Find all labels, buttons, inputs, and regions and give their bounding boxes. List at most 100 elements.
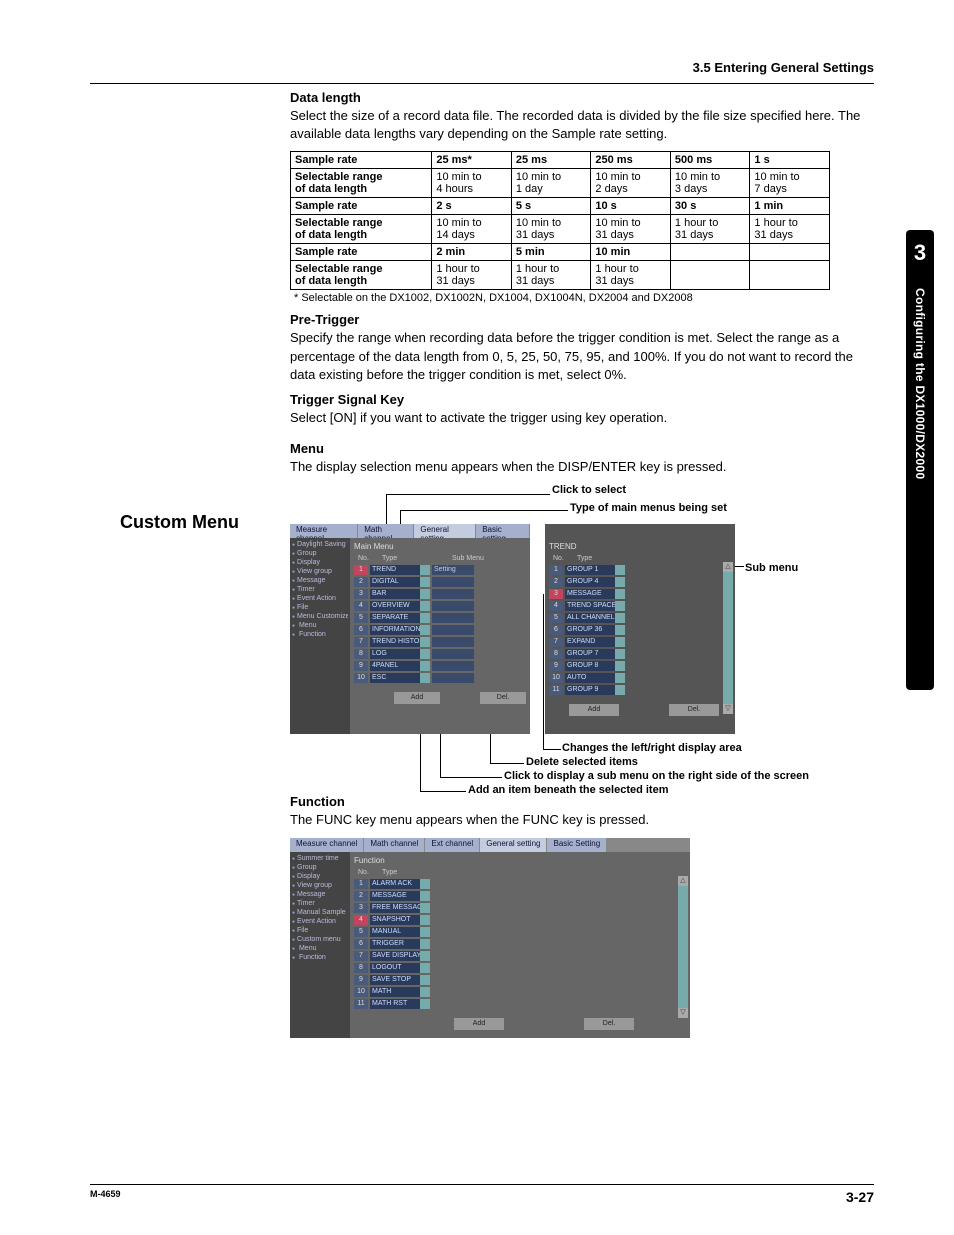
list-item[interactable]: 3BAR xyxy=(354,588,526,600)
del-button[interactable]: Del. xyxy=(669,704,719,716)
text-data-length: Select the size of a record data file. T… xyxy=(290,107,874,143)
list-item[interactable]: 8LOG xyxy=(354,648,526,660)
panel-title: TREND xyxy=(549,540,731,553)
list-item[interactable]: 1TRENDSetting xyxy=(354,564,526,576)
list-item[interactable]: 8GROUP 7 xyxy=(549,648,731,660)
sidebar-item[interactable]: View group xyxy=(292,881,348,890)
list-item[interactable]: 94PANEL xyxy=(354,660,526,672)
add-button[interactable]: Add xyxy=(394,692,440,704)
sidebar-item[interactable]: File xyxy=(292,603,348,612)
list-item[interactable]: 8LOGOUT xyxy=(354,962,686,974)
menu-screenshot-right: TREND No. Type 1GROUP 12GROUP 43MESSAGE4… xyxy=(545,524,735,734)
list-item[interactable]: 2MESSAGE xyxy=(354,890,686,902)
list-item[interactable]: 6INFORMATION xyxy=(354,624,526,636)
tab-general[interactable]: General setting xyxy=(480,838,546,852)
list-item[interactable]: 11MATH RST xyxy=(354,998,686,1010)
list-item[interactable]: 6TRIGGER xyxy=(354,938,686,950)
chapter-number: 3 xyxy=(906,230,934,266)
header-rule xyxy=(90,83,874,84)
list-item[interactable]: 5SEPARATE xyxy=(354,612,526,624)
text-menu: The display selection menu appears when … xyxy=(290,458,874,476)
list-item[interactable]: 5ALL CHANNEL xyxy=(549,612,731,624)
page-header: 3.5 Entering General Settings xyxy=(90,60,874,75)
sidebar-item[interactable]: Group xyxy=(292,549,348,558)
scroll-down-icon[interactable]: ▽ xyxy=(723,704,733,714)
add-button[interactable]: Add xyxy=(569,704,619,716)
function-screenshot: Measure channel Math channel Ext channel… xyxy=(290,838,690,1038)
list-item[interactable]: 7SAVE DISPLAY xyxy=(354,950,686,962)
add-button[interactable]: Add xyxy=(454,1018,504,1030)
scroll-down-icon[interactable]: ▽ xyxy=(678,1008,688,1018)
list-item[interactable]: 10AUTO xyxy=(549,672,731,684)
list-item[interactable]: 4TREND SPACE xyxy=(549,600,731,612)
list-item[interactable]: 11GROUP 9 xyxy=(549,684,731,696)
list-item[interactable]: 5MANUAL xyxy=(354,926,686,938)
list-item[interactable]: 2GROUP 4 xyxy=(549,576,731,588)
list-item[interactable]: 3MESSAGE xyxy=(549,588,731,600)
list-item[interactable]: 4OVERVIEW xyxy=(354,600,526,612)
del-button[interactable]: Del. xyxy=(480,692,526,704)
sidebar-item[interactable]: Function xyxy=(292,953,348,962)
list-item[interactable]: 1ALARM ACK xyxy=(354,878,686,890)
list-item[interactable]: 7TREND HISTORY xyxy=(354,636,526,648)
sidebar-item[interactable]: Timer xyxy=(292,585,348,594)
sidebar-item[interactable]: Message xyxy=(292,576,348,585)
sidebar-item[interactable]: Summer time xyxy=(292,854,348,863)
callout-delete: Delete selected items xyxy=(526,756,638,768)
chapter-tab: 3 Configuring the DX1000/DX2000 xyxy=(906,230,934,690)
tab-ext[interactable]: Ext channel xyxy=(425,838,479,852)
tab-measure[interactable]: Measure channel xyxy=(290,838,363,852)
sidebar-item[interactable]: Event Action xyxy=(292,917,348,926)
list-item[interactable]: 9GROUP 8 xyxy=(549,660,731,672)
sidebar-item[interactable]: View group xyxy=(292,567,348,576)
heading-function: Function xyxy=(290,794,874,809)
del-button[interactable]: Del. xyxy=(584,1018,634,1030)
list-item[interactable]: 10MATH xyxy=(354,986,686,998)
sidebar-item[interactable]: Menu xyxy=(292,621,348,630)
tab-general[interactable]: General setting xyxy=(414,524,475,538)
footer-page-num: 3-27 xyxy=(846,1189,874,1205)
text-function: The FUNC key menu appears when the FUNC … xyxy=(290,811,874,829)
heading-menu: Menu xyxy=(290,441,874,456)
heading-pre-trigger: Pre-Trigger xyxy=(290,312,874,327)
sidebar-item[interactable]: Event Action xyxy=(292,594,348,603)
list-item[interactable]: 2DIGITAL xyxy=(354,576,526,588)
list-item[interactable]: 4SNAPSHOT xyxy=(354,914,686,926)
list-item[interactable]: 3FREE MESSAGE xyxy=(354,902,686,914)
sidebar-item[interactable]: Display xyxy=(292,558,348,567)
list-item[interactable]: 7EXPAND xyxy=(549,636,731,648)
callout-click-sub: Click to display a sub menu on the right… xyxy=(504,770,809,782)
heading-trigger-key: Trigger Signal Key xyxy=(290,392,874,407)
sidebar-item[interactable]: Group xyxy=(292,863,348,872)
scroll-up-icon[interactable]: △ xyxy=(678,876,688,886)
panel-title: Main Menu xyxy=(354,540,526,553)
scroll-up-icon[interactable]: △ xyxy=(723,562,733,572)
sidebar-item[interactable]: Menu Customize xyxy=(292,612,348,621)
sidebar-item[interactable]: Display xyxy=(292,872,348,881)
text-pre-trigger: Specify the range when recording data be… xyxy=(290,329,874,384)
footer-doc-id: M-4659 xyxy=(90,1189,121,1205)
sidebar-item[interactable]: Daylight Saving Time xyxy=(292,540,348,549)
list-item[interactable]: 6GROUP 36 xyxy=(549,624,731,636)
tab-basic[interactable]: Basic setting xyxy=(476,524,529,538)
sidebar-item[interactable]: Function xyxy=(292,630,348,639)
callout-type-main: Type of main menus being set xyxy=(570,502,727,514)
sidebar-item[interactable]: File xyxy=(292,926,348,935)
sidebar-item[interactable]: Timer xyxy=(292,899,348,908)
list-item[interactable]: 1GROUP 1 xyxy=(549,564,731,576)
sidebar-item[interactable]: Custom menu xyxy=(292,935,348,944)
text-trigger-key: Select [ON] if you want to activate the … xyxy=(290,409,874,427)
heading-custom-menu: Custom Menu xyxy=(120,512,239,533)
tab-math[interactable]: Math channel xyxy=(364,838,424,852)
list-item[interactable]: 9SAVE STOP xyxy=(354,974,686,986)
list-item[interactable]: 10ESC xyxy=(354,672,526,684)
tab-basic[interactable]: Basic Setting xyxy=(547,838,606,852)
tab-math[interactable]: Math channel xyxy=(358,524,413,538)
menu-screenshot-left: Measure channel Math channel General set… xyxy=(290,524,530,734)
data-length-table: Sample rate25 ms*25 ms250 ms500 ms1 sSel… xyxy=(290,151,830,290)
sidebar-item[interactable]: Manual Sample xyxy=(292,908,348,917)
heading-data-length: Data length xyxy=(290,90,874,105)
tab-measure[interactable]: Measure channel xyxy=(290,524,357,538)
sidebar-item[interactable]: Menu xyxy=(292,944,348,953)
sidebar-item[interactable]: Message xyxy=(292,890,348,899)
